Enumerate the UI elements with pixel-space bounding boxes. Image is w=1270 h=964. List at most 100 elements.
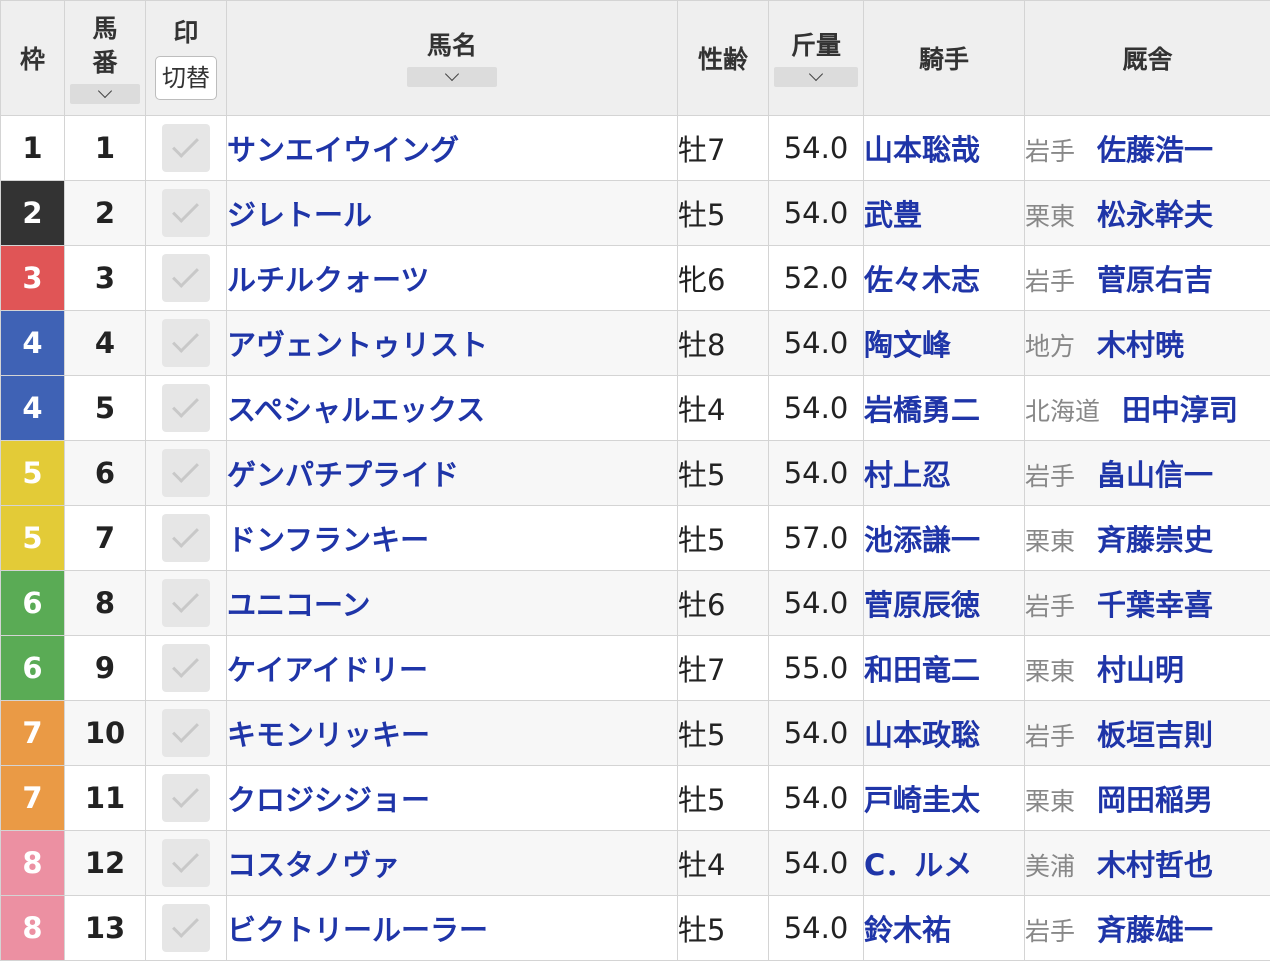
jockey-cell: 岩橋勇二 xyxy=(863,375,1025,441)
horse-name-link[interactable]: ジレトール xyxy=(228,198,373,232)
horse-name-link[interactable]: クロジシジョー xyxy=(228,783,431,817)
header-mark-label: 印 xyxy=(173,18,199,47)
weight-cell: 55.0 xyxy=(768,635,864,701)
sort-horse-name-button[interactable] xyxy=(407,66,497,87)
mark-cell xyxy=(145,375,227,441)
jockey-link[interactable]: 佐々木志 xyxy=(865,263,981,297)
trainer-region: 岩手 xyxy=(1025,267,1076,296)
jockey-link[interactable]: 菅原辰徳 xyxy=(865,588,981,622)
table-row: 2 2 ジレトール 牡5 54.0 武豊 栗東 松永幹夫 xyxy=(0,180,1270,246)
mark-toggle-button[interactable]: 切替 xyxy=(155,56,217,100)
table-row: 1 1 サンエイウイング 牡7 54.0 山本聡哉 岩手 佐藤浩一 xyxy=(0,115,1270,181)
umaban-cell: 9 xyxy=(64,635,146,701)
weight-cell: 54.0 xyxy=(768,830,864,896)
horse-name-cell: ユニコーン xyxy=(226,570,678,636)
jockey-link[interactable]: 武豊 xyxy=(865,198,923,232)
jockey-link[interactable]: 山本政聡 xyxy=(865,718,981,752)
horse-name-link[interactable]: ルチルクォーツ xyxy=(228,263,430,297)
weight-cell: 54.0 xyxy=(768,180,864,246)
trainer-link[interactable]: 菅原右吉 xyxy=(1097,263,1213,297)
header-sex-age-label: 性齢 xyxy=(697,45,748,74)
mark-checkbox[interactable] xyxy=(162,124,210,172)
table-row: 6 8 ユニコーン 牡6 54.0 菅原辰徳 岩手 千葉幸喜 xyxy=(0,570,1270,636)
trainer-link[interactable]: 板垣吉則 xyxy=(1097,718,1213,752)
mark-checkbox[interactable] xyxy=(162,904,210,952)
header-horse-name: 馬名 xyxy=(226,0,678,116)
table-row: 8 13 ビクトリールーラー 牡5 54.0 鈴木祐 岩手 斉藤雄一 xyxy=(0,895,1270,961)
jockey-link[interactable]: 陶文峰 xyxy=(865,328,952,362)
mark-checkbox[interactable] xyxy=(162,644,210,692)
weight-cell: 54.0 xyxy=(768,570,864,636)
sex-age-cell: 牡5 xyxy=(677,180,769,246)
horse-name-cell: スペシャルエックス xyxy=(226,375,678,441)
horse-name-link[interactable]: コスタノヴァ xyxy=(228,848,401,882)
check-icon xyxy=(172,521,199,548)
trainer-link[interactable]: 田中淳司 xyxy=(1122,393,1238,427)
horse-name-link[interactable]: ケイアイドリー xyxy=(228,653,428,687)
trainer-cell: 岩手 千葉幸喜 xyxy=(1024,570,1270,636)
horse-name-link[interactable]: サンエイウイング xyxy=(228,133,460,167)
sex-age-cell: 牡5 xyxy=(677,895,769,961)
horse-name-link[interactable]: ゲンパチプライド xyxy=(228,458,460,492)
horse-name-link[interactable]: ユニコーン xyxy=(228,588,371,622)
chevron-down-icon xyxy=(808,66,824,82)
jockey-link[interactable]: 和田竜二 xyxy=(865,653,981,687)
horse-name-link[interactable]: ドンフランキー xyxy=(228,523,430,557)
mark-checkbox[interactable] xyxy=(162,254,210,302)
mark-checkbox[interactable] xyxy=(162,384,210,432)
check-icon xyxy=(172,651,199,678)
jockey-link[interactable]: 村上忍 xyxy=(865,458,952,492)
trainer-link[interactable]: 佐藤浩一 xyxy=(1097,133,1213,167)
jockey-cell: 村上忍 xyxy=(863,440,1025,506)
sex-age-cell: 牡4 xyxy=(677,830,769,896)
trainer-link[interactable]: 木村哲也 xyxy=(1097,848,1213,882)
mark-cell xyxy=(145,115,227,181)
header-weight-label: 斤量 xyxy=(790,31,841,60)
umaban-cell: 1 xyxy=(64,115,146,181)
horse-name-cell: アヴェントゥリスト xyxy=(226,310,678,376)
trainer-link[interactable]: 村山明 xyxy=(1097,653,1184,687)
trainer-link[interactable]: 斉藤雄一 xyxy=(1097,913,1213,947)
mark-checkbox[interactable] xyxy=(162,319,210,367)
race-entry-table: 枠 馬 番 印 切替 馬名 性齢 斤量 騎手 厩舎 1 1 サンエイウイング 牡… xyxy=(0,0,1270,961)
horse-name-link[interactable]: キモンリッキー xyxy=(228,718,431,752)
jockey-cell: 菅原辰徳 xyxy=(863,570,1025,636)
mark-checkbox[interactable] xyxy=(162,774,210,822)
jockey-cell: 佐々木志 xyxy=(863,245,1025,311)
header-horse-name-label: 馬名 xyxy=(426,31,477,60)
sort-weight-button[interactable] xyxy=(774,66,858,87)
jockey-link[interactable]: 戸崎圭太 xyxy=(865,783,981,817)
waku-cell: 4 xyxy=(0,375,65,441)
trainer-link[interactable]: 畠山信一 xyxy=(1097,458,1213,492)
mark-checkbox[interactable] xyxy=(162,579,210,627)
jockey-link[interactable]: C．ルメ xyxy=(865,848,973,882)
horse-name-link[interactable]: ビクトリールーラー xyxy=(228,913,489,947)
mark-checkbox[interactable] xyxy=(162,709,210,757)
mark-checkbox[interactable] xyxy=(162,449,210,497)
header-waku-label: 枠 xyxy=(19,45,45,74)
horse-name-link[interactable]: スペシャルエックス xyxy=(228,393,486,427)
table-row: 6 9 ケイアイドリー 牡7 55.0 和田竜二 栗東 村山明 xyxy=(0,635,1270,701)
trainer-link[interactable]: 斉藤崇史 xyxy=(1097,523,1213,557)
waku-cell: 8 xyxy=(0,895,65,961)
horse-name-cell: サンエイウイング xyxy=(226,115,678,181)
trainer-cell: 栗東 村山明 xyxy=(1024,635,1270,701)
trainer-link[interactable]: 千葉幸喜 xyxy=(1097,588,1213,622)
horse-name-cell: クロジシジョー xyxy=(226,765,678,831)
horse-name-link[interactable]: アヴェントゥリスト xyxy=(228,328,489,362)
mark-checkbox[interactable] xyxy=(162,514,210,562)
sort-umaban-button[interactable] xyxy=(70,83,140,104)
waku-cell: 2 xyxy=(0,180,65,246)
trainer-link[interactable]: 松永幹夫 xyxy=(1097,198,1213,232)
jockey-link[interactable]: 鈴木祐 xyxy=(865,913,952,947)
jockey-link[interactable]: 山本聡哉 xyxy=(865,133,981,167)
mark-checkbox[interactable] xyxy=(162,189,210,237)
trainer-link[interactable]: 木村暁 xyxy=(1097,328,1184,362)
jockey-link[interactable]: 岩橋勇二 xyxy=(865,393,981,427)
mark-checkbox[interactable] xyxy=(162,839,210,887)
weight-cell: 54.0 xyxy=(768,895,864,961)
trainer-link[interactable]: 岡田稲男 xyxy=(1097,783,1213,817)
jockey-link[interactable]: 池添謙一 xyxy=(865,523,981,557)
umaban-cell: 13 xyxy=(64,895,146,961)
mark-cell xyxy=(145,700,227,766)
